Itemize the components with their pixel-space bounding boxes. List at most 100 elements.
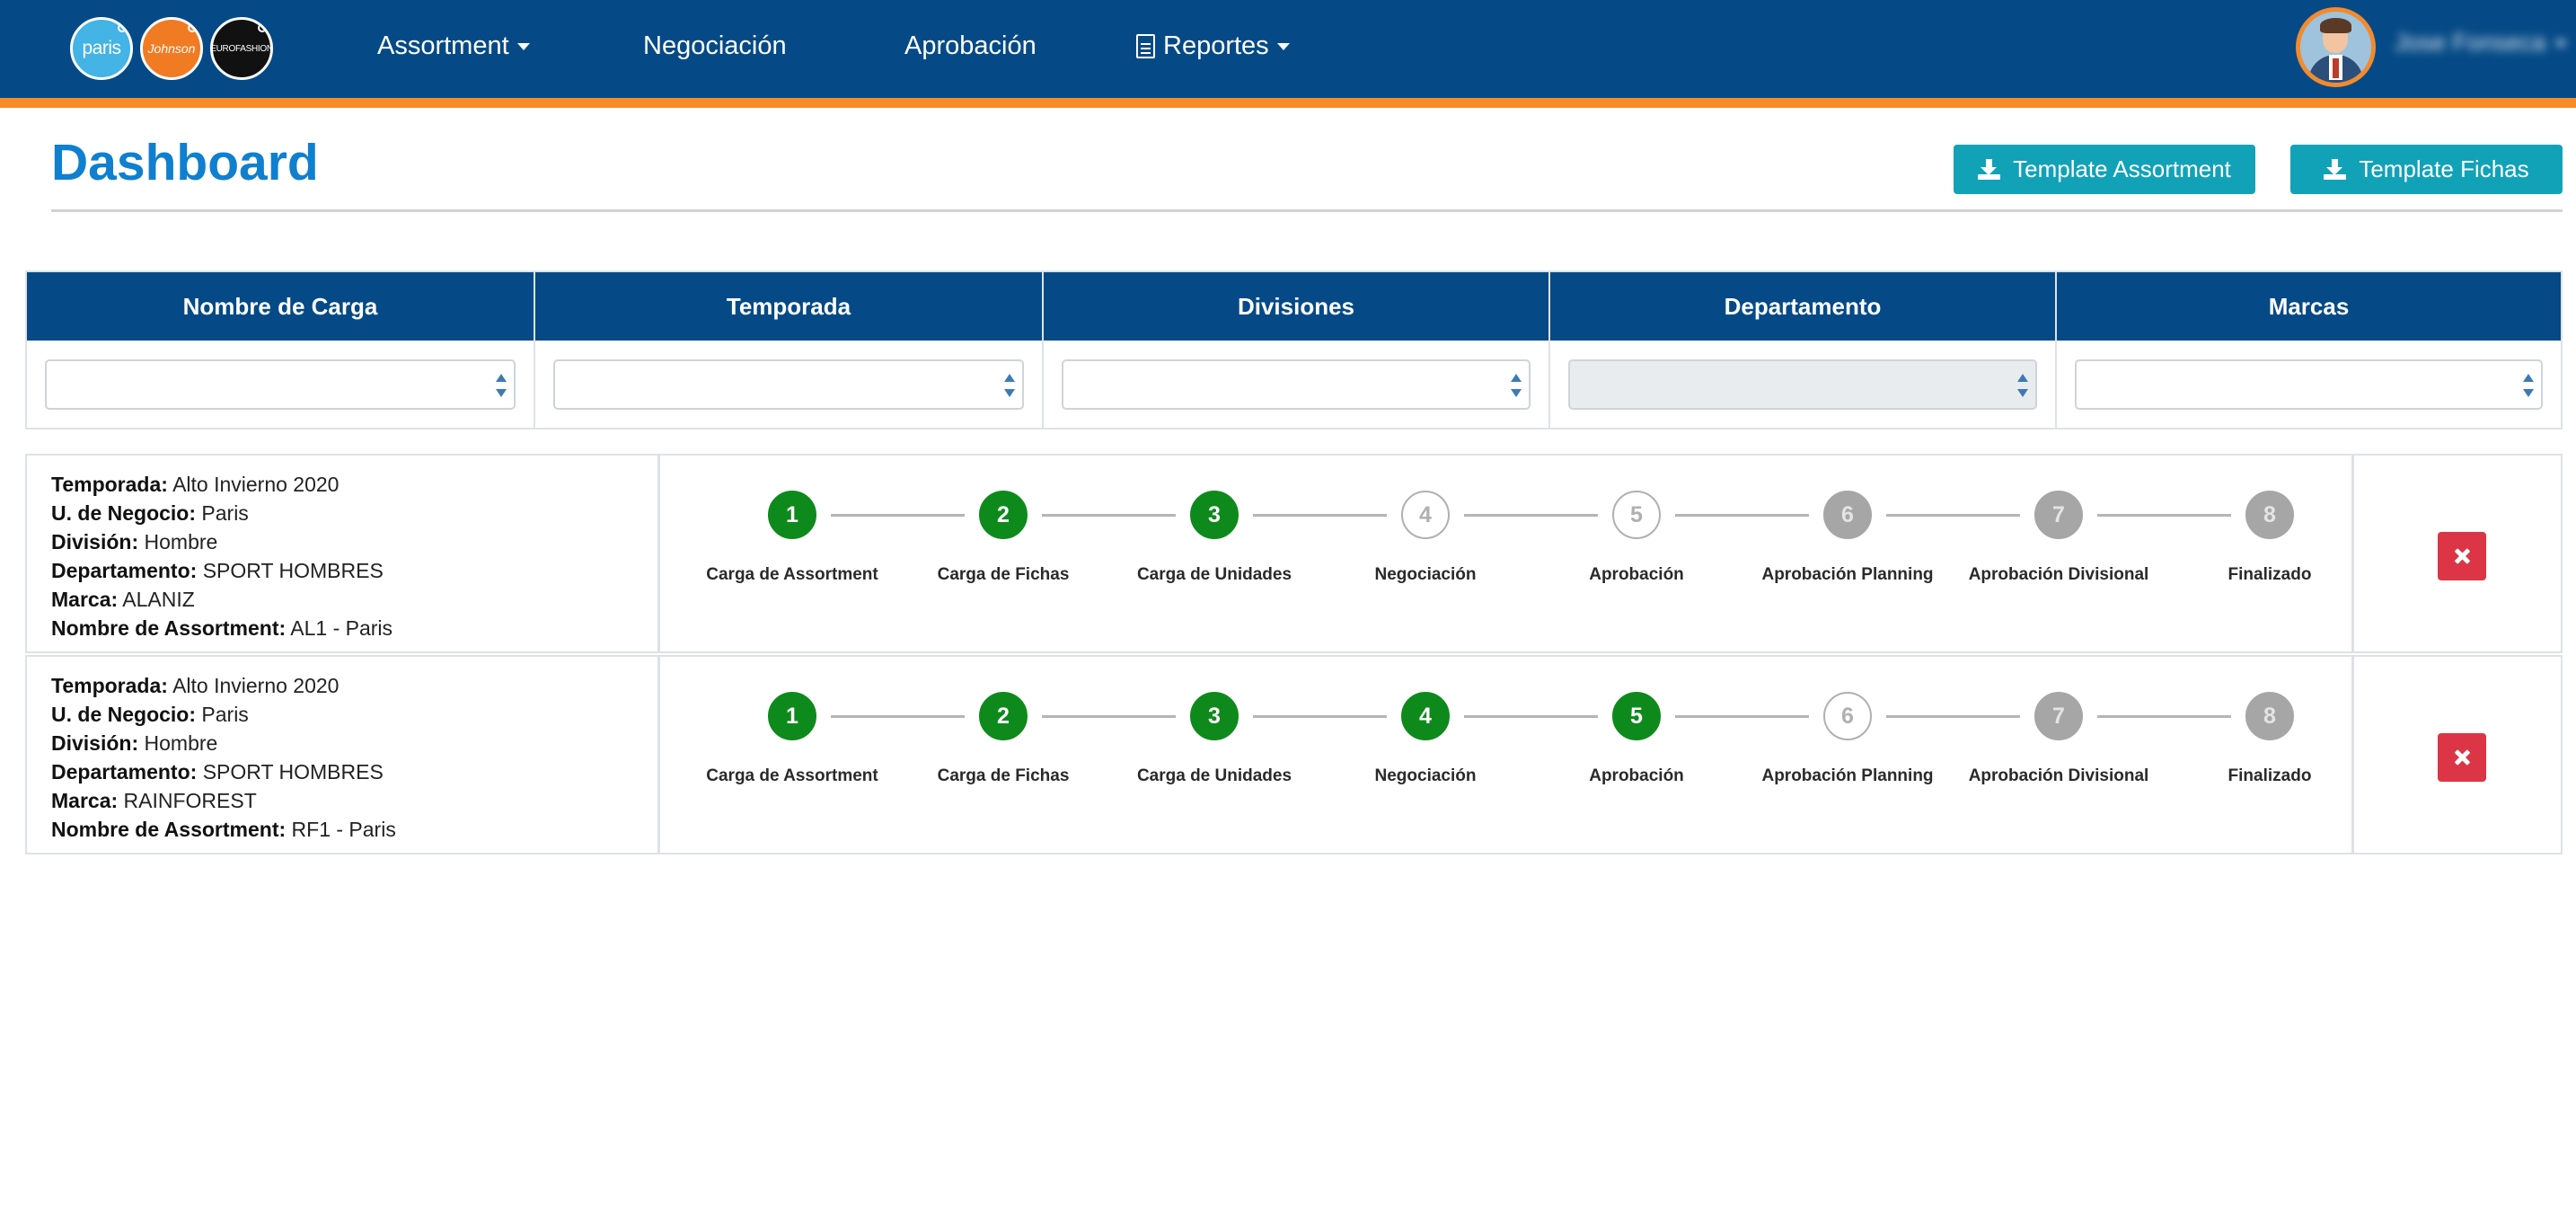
page-title: Dashboard: [51, 134, 319, 191]
info-negocio: U. de Negocio: Paris: [51, 501, 249, 525]
step-label: Carga de Fichas: [937, 565, 1070, 584]
step-circle[interactable]: 7: [2034, 692, 2083, 740]
filter-marcas: Marcas: [2057, 272, 2561, 428]
row-actions: [2357, 456, 2561, 651]
assortment-info: Temporada: Alto Invierno 2020 U. de Nego…: [27, 657, 660, 853]
step-circle[interactable]: 6: [1823, 491, 1872, 539]
brand-logos: paris Johnson EUROFASHION: [70, 17, 280, 80]
top-navbar: paris Johnson EUROFASHION Assortment Neg…: [0, 0, 2576, 98]
step-circle[interactable]: 2: [979, 491, 1028, 539]
filter-header: Marcas: [2057, 272, 2561, 341]
nav-assortment[interactable]: Assortment: [377, 27, 530, 65]
filter-departamento: Departamento: [1550, 272, 2057, 428]
info-division: División: Hombre: [51, 731, 218, 755]
paris-logo[interactable]: paris: [70, 17, 133, 80]
delete-button[interactable]: [2438, 733, 2486, 782]
step-circle[interactable]: 5: [1612, 692, 1661, 740]
step-7: 7 Aprobación Divisional: [1951, 657, 2166, 853]
avatar-portrait-icon: [2300, 12, 2371, 83]
nombre-de-carga-select[interactable]: [45, 359, 516, 410]
template-assortment-label: Template Assortment: [2013, 155, 2231, 182]
selected-dot-icon: [258, 23, 267, 32]
step-circle[interactable]: 8: [2245, 491, 2294, 539]
filter-temporada: Temporada: [535, 272, 1044, 428]
close-icon: [2454, 548, 2470, 564]
step-6: 6 Aprobación Planning: [1740, 456, 1955, 651]
step-circle[interactable]: 5: [1612, 491, 1661, 539]
step-circle[interactable]: 8: [2245, 692, 2294, 740]
filter-divisiones: Divisiones: [1044, 272, 1550, 428]
info-division: División: Hombre: [51, 530, 218, 553]
filter-header: Departamento: [1550, 272, 2055, 341]
marcas-select[interactable]: [2075, 359, 2543, 410]
step-5: 5 Aprobación: [1529, 657, 1744, 853]
user-menu[interactable]: Jose Fonseca: [2395, 29, 2568, 57]
step-label: Carga de Unidades: [1136, 766, 1292, 785]
step-label: Negociación: [1374, 766, 1477, 785]
info-marca: Marca: ALANIZ: [51, 588, 195, 611]
select-arrows-icon: [1511, 374, 1522, 397]
step-label: Carga de Unidades: [1136, 565, 1292, 584]
step-2: 2 Carga de Fichas: [895, 657, 1111, 853]
template-fichas-label: Template Fichas: [2359, 155, 2529, 182]
step-circle[interactable]: 2: [979, 692, 1028, 740]
step-circle[interactable]: 3: [1190, 692, 1239, 740]
filter-header: Temporada: [535, 272, 1042, 341]
step-5: 5 Aprobación: [1529, 456, 1744, 651]
caret-down-icon: [516, 43, 530, 50]
step-label: Aprobación: [1589, 766, 1684, 785]
caret-down-icon: [1276, 43, 1290, 50]
info-departamento: Departamento: SPORT HOMBRES: [51, 760, 384, 784]
nav-reportes[interactable]: Reportes: [1136, 27, 1290, 65]
step-3: 3 Carga de Unidades: [1107, 456, 1322, 651]
step-circle[interactable]: 4: [1401, 692, 1450, 740]
progress-stepper: 1 Carga de Assortment 2 Carga de Fichas 3 Car…: [660, 657, 2354, 853]
step-circle[interactable]: 7: [2034, 491, 2083, 539]
step-circle[interactable]: 6: [1823, 692, 1872, 740]
step-circle[interactable]: 4: [1401, 491, 1450, 539]
nav-reportes-label: Reportes: [1163, 31, 1269, 60]
user-avatar[interactable]: [2296, 7, 2376, 87]
select-arrows-icon: [2017, 374, 2028, 397]
document-icon: [1136, 33, 1155, 58]
nav-aprobacion[interactable]: Aprobación: [904, 27, 1037, 65]
paris-logo-text: paris: [82, 38, 121, 58]
template-assortment-button[interactable]: Template Assortment: [1954, 145, 2255, 194]
delete-button[interactable]: [2438, 532, 2486, 580]
step-label: Negociación: [1374, 565, 1477, 584]
template-fichas-button[interactable]: Template Fichas: [2290, 145, 2563, 194]
step-8: 8 Finalizado: [2162, 657, 2378, 853]
filter-table: Nombre de Carga Temporada Divisiones Dep…: [25, 270, 2563, 429]
europe-fashion-logo[interactable]: EUROFASHION: [210, 17, 273, 80]
step-label: Aprobación Planning: [1761, 766, 1934, 785]
step-3: 3 Carga de Unidades: [1107, 657, 1322, 853]
step-label: Aprobación Planning: [1761, 565, 1934, 584]
step-circle[interactable]: 1: [768, 692, 816, 740]
step-2: 2 Carga de Fichas: [895, 456, 1111, 651]
step-label: Aprobación Divisional: [1968, 766, 2149, 785]
johnson-logo-text: Johnson: [147, 41, 196, 56]
step-1: 1 Carga de Assortment: [684, 657, 900, 853]
divisiones-select[interactable]: [1062, 359, 1531, 410]
assortment-row: Temporada: Alto Invierno 2020 U. de Nego…: [25, 454, 2563, 653]
info-temporada: Temporada: Alto Invierno 2020: [51, 674, 340, 697]
navbar-accent-stripe: [0, 98, 2576, 108]
departamento-select[interactable]: [1568, 359, 2037, 410]
johnson-logo[interactable]: Johnson: [140, 17, 203, 80]
user-name: Jose Fonseca: [2395, 29, 2546, 56]
nav-negociacion[interactable]: Negociación: [643, 27, 787, 65]
step-4: 4 Negociación: [1318, 456, 1533, 651]
header-divider: [51, 209, 2563, 212]
info-assortment: Nombre de Assortment: RF1 - Paris: [51, 818, 396, 841]
temporada-select[interactable]: [553, 359, 1024, 410]
caret-down-icon: [2554, 40, 2568, 48]
step-circle[interactable]: 3: [1190, 491, 1239, 539]
select-arrows-icon: [1004, 374, 1015, 397]
progress-stepper: 1 Carga de Assortment 2 Carga de Fichas 3 Car…: [660, 456, 2354, 651]
info-temporada: Temporada: Alto Invierno 2020: [51, 473, 340, 496]
step-label: Carga de Fichas: [937, 766, 1070, 785]
nav-negociacion-label: Negociación: [643, 31, 787, 60]
download-icon: [1978, 159, 2001, 180]
info-departamento: Departamento: SPORT HOMBRES: [51, 559, 384, 582]
step-circle[interactable]: 1: [768, 491, 816, 539]
